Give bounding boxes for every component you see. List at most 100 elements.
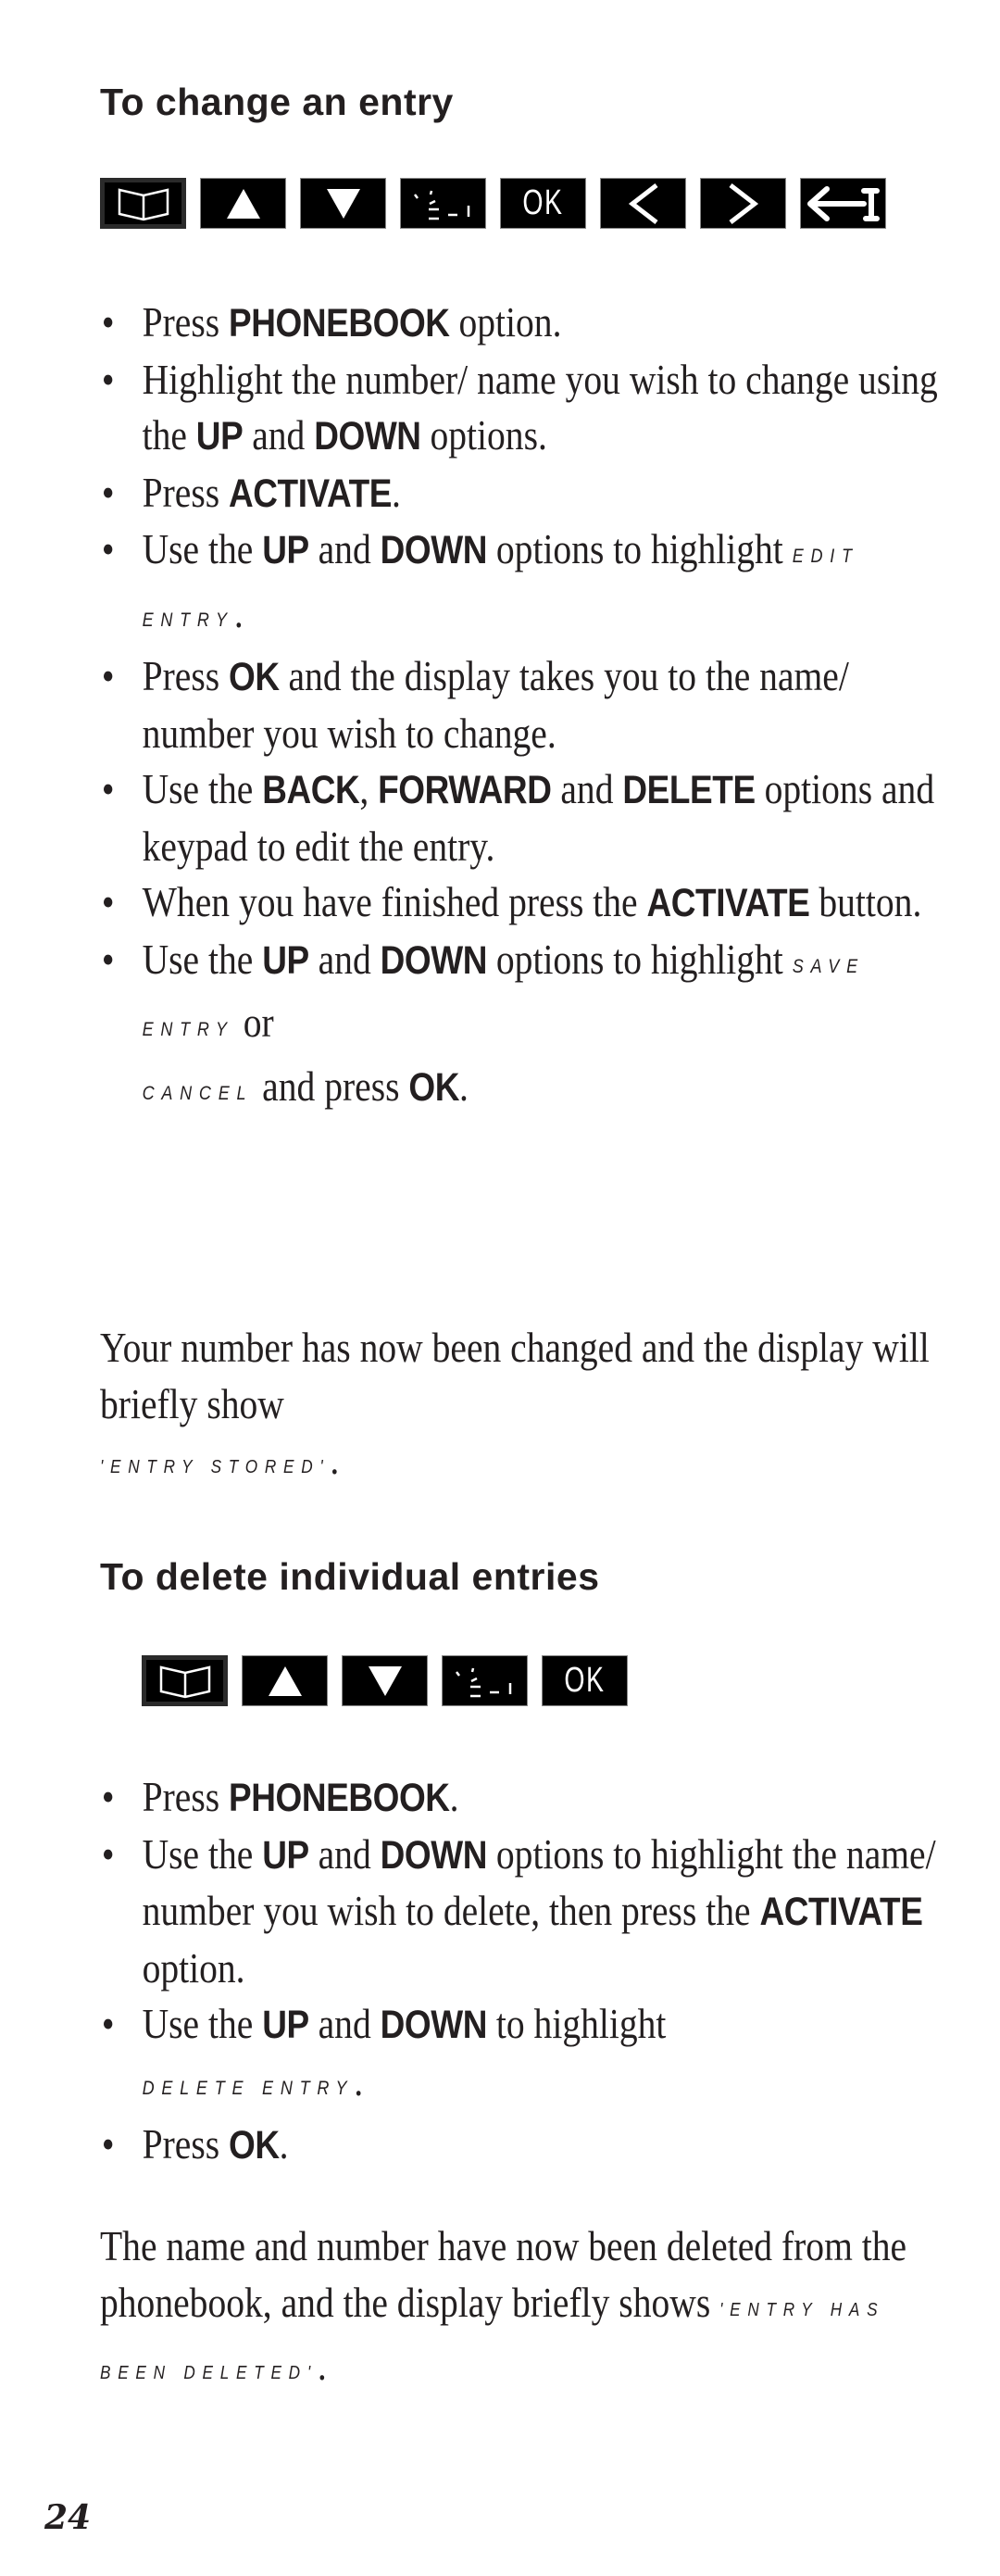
key-name: OK xyxy=(228,655,280,699)
step-item: • Highlight the number/ name you wish to … xyxy=(100,352,944,465)
key-name: UP xyxy=(195,414,244,459)
bullet-icon: • xyxy=(101,2120,115,2168)
step-text: and xyxy=(308,935,381,983)
up-arrow-key xyxy=(242,1655,328,1706)
phonebook-icon xyxy=(156,1664,215,1699)
key-name: OK xyxy=(228,2123,280,2168)
page-number: 24 xyxy=(44,2498,92,2537)
up-arrow-icon xyxy=(267,1665,304,1698)
step-text: . xyxy=(233,588,244,636)
step-text: . xyxy=(391,468,401,516)
step-text: and press xyxy=(253,1062,409,1110)
step-text: Use the xyxy=(142,935,263,983)
step-text: or xyxy=(233,999,274,1046)
forward-key xyxy=(700,178,786,229)
step-text: options to highlight xyxy=(487,525,793,572)
bullet-icon: • xyxy=(101,298,115,346)
result-text: Your number has now been changed and the… xyxy=(100,1324,930,1427)
key-name: ACTIVATE xyxy=(759,1890,923,1934)
key-name: BACK xyxy=(262,768,360,812)
step-item: • Use the UP and DOWN options to highligh… xyxy=(100,932,944,1123)
step-text: . xyxy=(459,1062,469,1110)
ok-key: OK xyxy=(500,178,586,229)
up-arrow-icon xyxy=(225,187,262,220)
manual-page: To change an entry OK • Press PHONEBOOK o… xyxy=(0,0,1000,2576)
bullet-icon: • xyxy=(101,935,115,983)
phonebook-key xyxy=(100,178,186,229)
activate-icon xyxy=(453,1663,518,1700)
back-icon xyxy=(625,182,662,224)
step-item: • Press PHONEBOOK option. xyxy=(100,295,944,352)
bullet-icon: • xyxy=(101,878,115,925)
step-text: . xyxy=(354,2056,364,2105)
activate-key xyxy=(400,178,486,229)
key-name: UP xyxy=(262,2003,309,2047)
step-text: option. xyxy=(142,1943,245,1992)
step-text: and xyxy=(308,525,381,572)
step-item: • When you have finished press the ACTIVA… xyxy=(100,874,944,932)
section-heading-change-entry: To change an entry xyxy=(100,81,454,123)
display-text: Delete Entry xyxy=(142,2077,355,2099)
key-name: UP xyxy=(262,937,309,983)
step-text: . xyxy=(449,1773,459,1820)
step-text: button. xyxy=(809,878,922,925)
bullet-icon: • xyxy=(101,1773,115,1820)
display-message-entry-stored: 'Entry Stored' xyxy=(100,1457,331,1477)
step-text: Press xyxy=(142,298,229,346)
ok-icon: OK xyxy=(564,1661,606,1700)
steps-list-change: • Press PHONEBOOK option. • Highlight the n… xyxy=(100,295,944,1122)
key-name: PHONEBOOK xyxy=(228,301,450,346)
result-paragraph-change: Your number has now been changed and the… xyxy=(100,1324,930,1483)
step-text: to highlight xyxy=(487,2000,667,2047)
ok-key: OK xyxy=(542,1655,628,1706)
step-text: Use the xyxy=(142,525,263,572)
key-icon-row-delete: OK xyxy=(142,1655,628,1706)
key-icon-row-change: OK xyxy=(100,178,886,229)
key-name: ACTIVATE xyxy=(646,881,810,925)
step-text: . xyxy=(279,2120,289,2168)
key-name: DOWN xyxy=(380,528,488,572)
step-text: Press xyxy=(142,1773,229,1820)
step-text: , xyxy=(359,765,379,812)
step-text: Use the xyxy=(142,2000,263,2047)
key-name: ACTIVATE xyxy=(228,471,392,516)
step-text: When you have finished press the xyxy=(142,878,647,925)
step-item: • Press OK and the display takes you to t… xyxy=(100,648,944,761)
step-text: and xyxy=(243,411,315,459)
key-name: PHONEBOOK xyxy=(228,1776,450,1820)
step-text: Use the xyxy=(142,765,263,812)
step-text: Press xyxy=(142,2120,229,2168)
key-name: UP xyxy=(262,528,309,572)
back-key xyxy=(600,178,686,229)
step-item: • Press ACTIVATE. xyxy=(100,465,944,522)
activate-icon xyxy=(411,185,476,222)
down-arrow-icon xyxy=(325,187,362,220)
bullet-icon: • xyxy=(101,525,115,572)
activate-key xyxy=(442,1655,528,1706)
step-text: Press xyxy=(142,468,229,516)
bullet-icon: • xyxy=(101,652,115,699)
step-item: • Press PHONEBOOK. xyxy=(100,1769,944,1827)
key-name: DOWN xyxy=(314,414,421,459)
down-arrow-icon xyxy=(367,1665,404,1698)
step-text: options to highlight xyxy=(487,935,793,983)
key-name: DOWN xyxy=(380,2003,488,2047)
step-item: • Press OK. xyxy=(100,2117,944,2174)
key-name: OK xyxy=(408,1064,460,1110)
steps-list-delete: • Press PHONEBOOK. • Use the UP and DOWN op… xyxy=(100,1769,944,2174)
step-text: Press xyxy=(142,652,229,699)
forward-icon xyxy=(725,182,762,224)
step-item: • Use the UP and DOWN options to highligh… xyxy=(100,521,944,648)
step-item: • Use the UP and DOWN to highlight Delete… xyxy=(100,1996,944,2117)
step-text: option. xyxy=(449,298,562,346)
bullet-icon: • xyxy=(101,468,115,516)
step-text: options. xyxy=(420,411,547,459)
section-heading-delete-entries: To delete individual entries xyxy=(100,1555,600,1598)
delete-key xyxy=(800,178,886,229)
key-name: DOWN xyxy=(380,1832,488,1878)
delete-icon xyxy=(806,183,881,224)
step-text: and xyxy=(308,1829,381,1878)
step-item: • Use the BACK, FORWARD and DELETE option… xyxy=(100,761,944,874)
bullet-icon: • xyxy=(101,2000,115,2047)
display-text: Cancel xyxy=(142,1082,254,1104)
